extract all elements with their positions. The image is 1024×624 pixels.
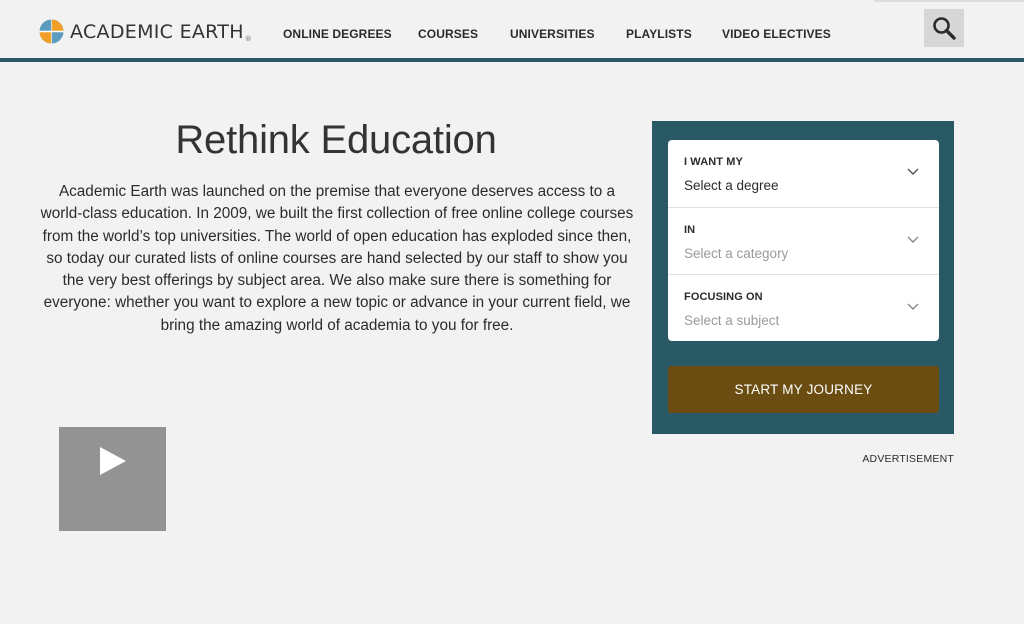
- nav-universities[interactable]: UNIVERSITIES: [510, 27, 595, 41]
- site-header: ACADEMIC EARTH® ONLINE DEGREES COURSES U…: [0, 0, 1024, 58]
- degree-select-value: Select a degree: [684, 178, 779, 193]
- header-accent-bar: [0, 58, 1024, 62]
- degree-finder-panel: I WANT MY Select a degree IN Select a ca…: [652, 121, 954, 434]
- degree-select-label: I WANT MY: [684, 156, 743, 168]
- chevron-down-icon: [907, 303, 919, 310]
- start-journey-button[interactable]: START MY JOURNEY: [668, 366, 939, 413]
- header-top-line: [874, 0, 1024, 2]
- page-title: Rethink Education: [175, 118, 497, 162]
- nav-online-degrees[interactable]: ONLINE DEGREES: [283, 27, 392, 41]
- degree-select[interactable]: I WANT MY Select a degree: [668, 140, 939, 207]
- subject-select-label: FOCUSING ON: [684, 291, 763, 303]
- nav-playlists[interactable]: PLAYLISTS: [626, 27, 692, 41]
- globe-logo-icon: [39, 19, 64, 44]
- nav-video-electives[interactable]: VIDEO ELECTIVES: [722, 27, 831, 41]
- chevron-down-icon: [907, 236, 919, 243]
- logo-wordmark: ACADEMIC EARTH®: [70, 20, 253, 43]
- subject-select[interactable]: FOCUSING ON Select a subject: [668, 274, 939, 341]
- category-select-value: Select a category: [684, 246, 789, 261]
- nav-courses[interactable]: COURSES: [418, 27, 478, 41]
- intro-paragraph: Academic Earth was launched on the premi…: [40, 183, 634, 334]
- site-logo[interactable]: ACADEMIC EARTH®: [39, 19, 252, 44]
- chevron-down-icon: [907, 168, 919, 175]
- search-button[interactable]: [924, 9, 964, 47]
- subject-select-value: Select a subject: [684, 313, 780, 328]
- advertisement-label: ADVERTISEMENT: [862, 453, 954, 465]
- play-icon: [100, 447, 126, 475]
- search-icon: [933, 17, 956, 40]
- category-select[interactable]: IN Select a category: [668, 207, 939, 274]
- category-select-label: IN: [684, 224, 696, 236]
- degree-finder-card: I WANT MY Select a degree IN Select a ca…: [668, 140, 939, 341]
- video-player[interactable]: [59, 427, 166, 531]
